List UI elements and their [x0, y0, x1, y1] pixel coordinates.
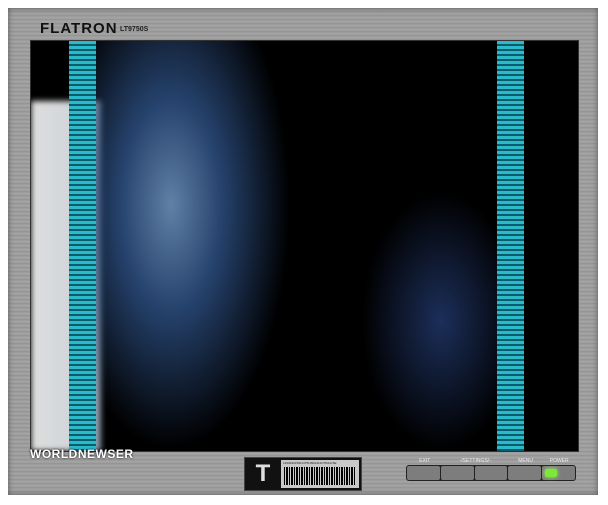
exit-button[interactable] [407, 466, 440, 480]
brand-logo: FLATRON [40, 20, 118, 37]
settings-minus-button[interactable] [440, 466, 474, 480]
fractal-art-blue [91, 41, 291, 451]
settings-plus-button[interactable] [474, 466, 508, 480]
screen [30, 40, 579, 452]
cyan-stripe-right [497, 41, 524, 451]
label-settings: -/SETTINGS/- [459, 458, 491, 464]
label-exit: EXIT [419, 458, 431, 464]
label-power: POWER [549, 458, 569, 464]
barcode-icon [284, 467, 356, 485]
barcode-label: 1260290156014751090211417501215E [281, 460, 359, 488]
serial-number: 1260290156014751090211417501215E [283, 461, 337, 465]
button-labels: EXIT -/SETTINGS/- MENU POWER [408, 458, 576, 464]
model-number: LT9750S [120, 26, 149, 33]
label-menu: MENU [518, 458, 533, 464]
t-logo-icon: T [255, 460, 271, 487]
control-buttons [406, 465, 576, 481]
overlay-label: WORLDNEWSER [30, 447, 134, 461]
cyan-stripe-left [69, 41, 96, 451]
menu-button[interactable] [508, 466, 542, 480]
power-button[interactable] [542, 466, 575, 480]
serial-tag: T 1260290156014751090211417501215E [244, 457, 362, 491]
power-led-icon [545, 469, 558, 477]
